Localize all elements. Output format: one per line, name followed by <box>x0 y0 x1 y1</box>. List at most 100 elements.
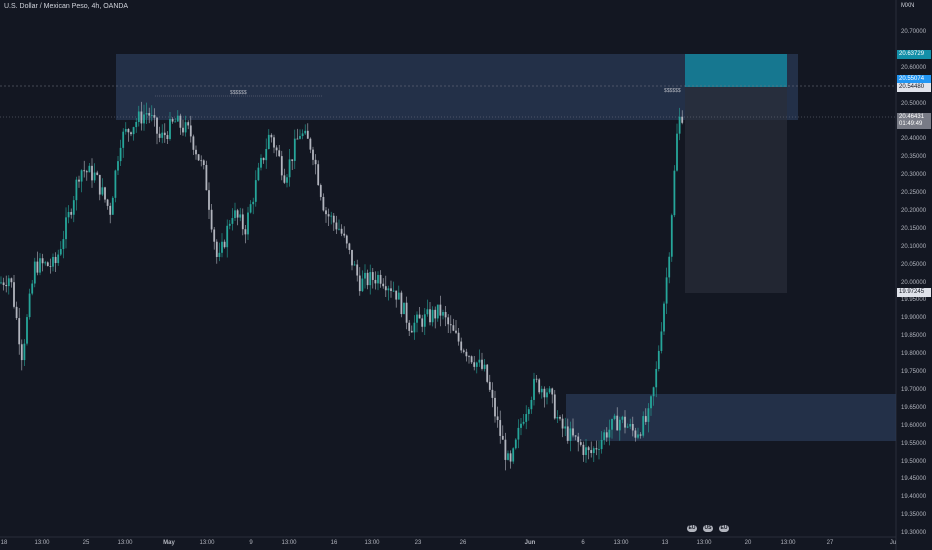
candle-body <box>135 121 138 128</box>
candle-body <box>387 288 390 291</box>
candle-body <box>538 379 541 393</box>
candle-body <box>309 138 312 150</box>
candle-body <box>145 113 148 115</box>
candle-body <box>449 324 452 326</box>
candle-body <box>153 115 156 118</box>
price-tick-label: 20.00000 <box>901 279 927 286</box>
candle-body <box>439 304 442 316</box>
candle-body <box>54 256 57 264</box>
candle-body <box>629 424 632 427</box>
dashed-level-badge: 20.54480 <box>897 83 931 92</box>
risk-zone[interactable] <box>685 87 787 293</box>
candle-body <box>455 330 457 333</box>
time-tick-label: 9 <box>249 540 253 546</box>
candle-body <box>665 277 668 304</box>
candle-body <box>657 350 660 369</box>
candle-body <box>111 197 114 215</box>
price-tick-label: 20.10000 <box>901 243 927 250</box>
candle-body <box>496 416 499 421</box>
candle-body <box>106 199 109 206</box>
candle-body <box>592 448 595 454</box>
candle-body <box>465 351 468 357</box>
candle-body <box>234 210 236 219</box>
countdown-badge: 01:49:49 <box>897 120 931 129</box>
candle-body <box>215 241 218 257</box>
candle-body <box>468 356 470 358</box>
candle-body <box>364 272 366 279</box>
candle-body <box>644 416 647 422</box>
candle-body <box>478 359 481 363</box>
candle-body <box>83 170 86 172</box>
candle-body <box>631 424 634 431</box>
candle-body <box>179 115 182 128</box>
candle-body <box>647 408 650 422</box>
candle-body <box>91 165 93 181</box>
candle-body <box>673 170 676 216</box>
candle-body <box>49 265 52 267</box>
candle-body <box>335 222 338 230</box>
candle-body <box>239 214 242 218</box>
target-top-badge: 20.63729 <box>897 50 931 59</box>
candle-body <box>65 217 67 240</box>
time-tick-label: May <box>163 540 175 546</box>
time-tick-label: 13:00 <box>780 540 796 546</box>
event-flag-icon[interactable]: EU <box>718 524 730 533</box>
candle-body <box>319 185 322 197</box>
candle-body <box>585 447 587 455</box>
price-tick-label: 20.25000 <box>901 190 927 196</box>
candle-body <box>72 200 75 215</box>
candle-body <box>590 450 593 454</box>
candle-body <box>556 417 559 419</box>
candle-body <box>98 174 101 195</box>
candle-body <box>62 239 65 250</box>
candle-body <box>226 225 229 248</box>
candle-body <box>124 128 127 132</box>
candle-body <box>540 388 543 393</box>
candle-body <box>579 442 582 445</box>
time-tick-label: 18 <box>0 540 8 546</box>
candle-body <box>501 435 504 440</box>
event-flag-icon[interactable]: US <box>702 524 714 533</box>
time-tick-label: 6 <box>581 540 585 546</box>
candle-body <box>322 196 325 211</box>
candle-body <box>624 416 626 428</box>
candle-body <box>13 282 15 307</box>
candle-body <box>616 415 619 431</box>
candle-body <box>10 278 13 283</box>
candle-body <box>670 215 673 257</box>
candle-body <box>634 430 637 438</box>
candle-body <box>117 161 119 171</box>
candle-body <box>392 290 395 292</box>
candle-body <box>200 160 203 162</box>
candle-body <box>166 135 169 139</box>
candle-body <box>379 274 382 284</box>
candle-body <box>104 187 106 200</box>
candle-body <box>403 302 405 315</box>
candle-body <box>530 399 533 410</box>
candle-body <box>57 254 60 264</box>
liquidity-label-left: $$$$$$ <box>230 90 247 96</box>
candle-body <box>642 416 645 436</box>
event-flag-icon[interactable]: EU <box>686 524 698 533</box>
price-tick-label: 20.70000 <box>901 28 927 35</box>
candle-body <box>327 214 330 217</box>
candle-body <box>374 279 377 284</box>
candle-body <box>88 165 91 173</box>
price-chart[interactable]: $$$$$$ $$$$$$ <box>0 0 932 550</box>
liquidity-label-right: $$$$$$ <box>664 88 681 94</box>
candle-body <box>390 288 392 291</box>
candle-body <box>119 147 122 162</box>
candle-body <box>176 115 179 122</box>
candle-body <box>447 317 450 325</box>
target-zone[interactable] <box>685 54 787 87</box>
candle-body <box>457 332 460 342</box>
candle-body <box>423 314 426 327</box>
candle-body <box>78 179 80 182</box>
candle-body <box>85 171 88 173</box>
candle-body <box>491 389 494 398</box>
candle-body <box>275 147 278 151</box>
price-tick-label: 20.20000 <box>901 207 927 214</box>
price-tick-label: 20.05000 <box>901 261 927 268</box>
candle-body <box>603 432 606 440</box>
candle-body <box>637 434 639 438</box>
